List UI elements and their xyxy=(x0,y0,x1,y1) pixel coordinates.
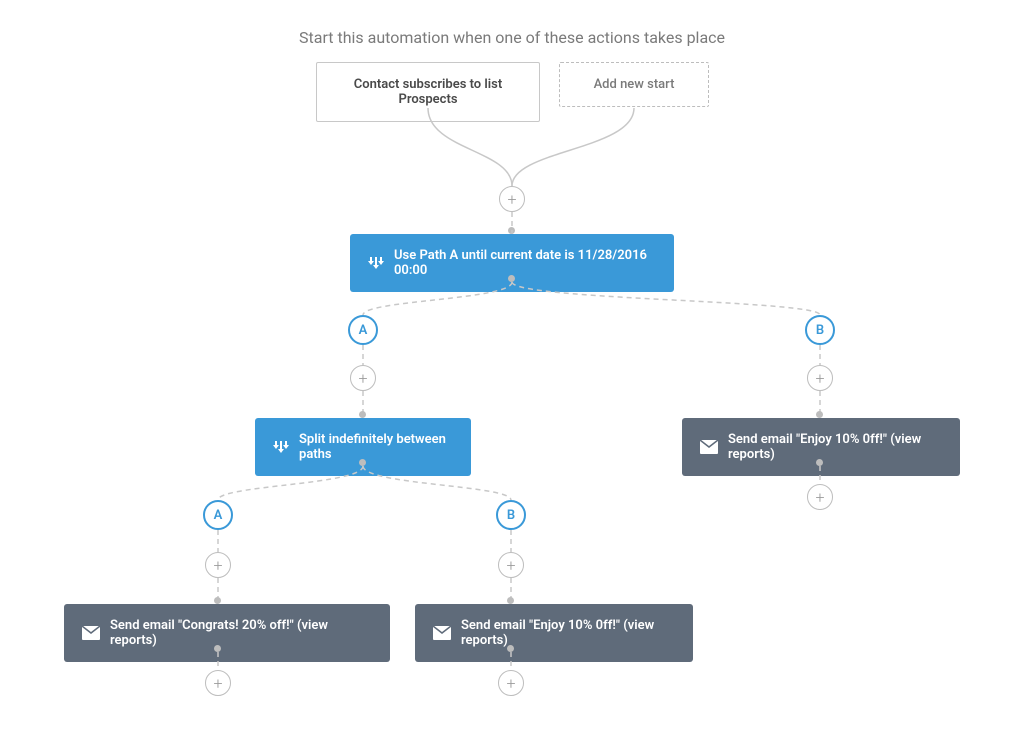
path-b-badge: B xyxy=(496,500,526,530)
split-date-node[interactable]: Use Path A until current date is 11/28/2… xyxy=(350,234,674,292)
fork-icon xyxy=(368,255,384,271)
add-step-button[interactable]: + xyxy=(807,365,833,391)
split-indef-node[interactable]: Split indefinitely between paths xyxy=(255,418,471,476)
add-step-button[interactable]: + xyxy=(205,670,231,696)
email-congrats-label: Send email "Congrats! 20% off!" (view re… xyxy=(110,618,372,648)
fork-icon xyxy=(273,439,289,455)
mail-icon xyxy=(433,626,451,640)
connector-dot xyxy=(508,227,515,234)
add-step-button[interactable]: + xyxy=(807,484,833,510)
connector-dot xyxy=(214,597,221,604)
email-enjoy-right-node[interactable]: Send email "Enjoy 10% 0ff!" (view report… xyxy=(682,418,960,476)
add-step-button[interactable]: + xyxy=(498,670,524,696)
add-new-start[interactable]: Add new start xyxy=(559,62,709,107)
connector-dot xyxy=(816,459,823,466)
connector-dot xyxy=(359,411,366,418)
trigger-subscribe[interactable]: Contact subscribes to list Prospects xyxy=(316,62,540,122)
mail-icon xyxy=(700,440,718,454)
connector-dot xyxy=(508,275,515,282)
connector-dot xyxy=(507,597,514,604)
split-indef-label: Split indefinitely between paths xyxy=(299,432,453,462)
path-b-badge: B xyxy=(805,315,835,345)
email-congrats-node[interactable]: Send email "Congrats! 20% off!" (view re… xyxy=(64,604,390,662)
path-a-badge: A xyxy=(348,315,378,345)
connector-dot xyxy=(214,645,221,652)
automation-header: Start this automation when one of these … xyxy=(0,28,1024,47)
email-enjoy-left-node[interactable]: Send email "Enjoy 10% 0ff!" (view report… xyxy=(415,604,693,662)
path-a-badge: A xyxy=(203,500,233,530)
connector-dot xyxy=(359,459,366,466)
email-enjoy-left-label: Send email "Enjoy 10% 0ff!" (view report… xyxy=(461,618,675,648)
add-step-button[interactable]: + xyxy=(350,365,376,391)
email-enjoy-right-label: Send email "Enjoy 10% 0ff!" (view report… xyxy=(728,432,942,462)
mail-icon xyxy=(82,626,100,640)
add-step-button[interactable]: + xyxy=(498,552,524,578)
add-step-button[interactable]: + xyxy=(499,186,525,212)
split-date-label: Use Path A until current date is 11/28/2… xyxy=(394,248,656,278)
connector-dot xyxy=(816,411,823,418)
connector-dot xyxy=(507,645,514,652)
add-step-button[interactable]: + xyxy=(205,552,231,578)
